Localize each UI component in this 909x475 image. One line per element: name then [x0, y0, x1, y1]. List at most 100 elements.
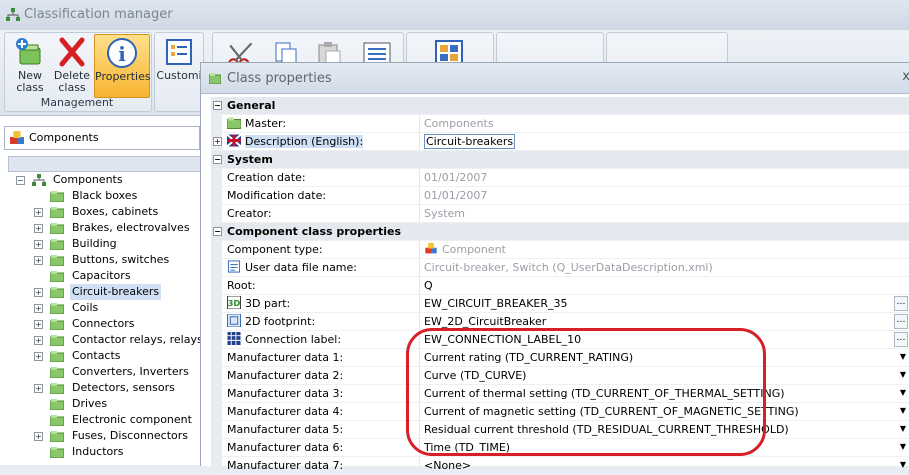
expand-toggle[interactable]: + [34, 240, 43, 249]
category-row[interactable]: − General [211, 97, 909, 115]
expand-toggle[interactable]: + [34, 208, 43, 217]
property-name: Creator: [227, 205, 417, 222]
row-gutter [211, 349, 222, 366]
category-row[interactable]: − System [211, 151, 909, 169]
tree-item[interactable]: + Fuses, Disconnectors [8, 428, 200, 444]
tree-item[interactable]: + Contactor relays, relays [8, 332, 203, 348]
dropdown-arrow-icon[interactable]: ▼ [898, 423, 908, 435]
property-name-text: Description (English): [245, 135, 364, 148]
tree-item[interactable]: + Building [8, 236, 200, 252]
tree-item[interactable]: + Circuit-breakers [8, 284, 200, 300]
tree-item[interactable]: Electronic component [8, 412, 200, 428]
tree-item[interactable]: − Components [8, 172, 200, 188]
class-folder-icon [50, 271, 64, 282]
tree-item[interactable]: Black boxes [8, 188, 200, 204]
class-tree: − Components Black boxes + Boxes, cabinets + B… [8, 172, 203, 460]
property-value[interactable]: Circuit-breaker, Switch (Q_UserDataDescr… [424, 259, 713, 276]
collapse-toggle[interactable]: − [213, 101, 222, 110]
close-button[interactable]: x [902, 69, 909, 84]
property-value[interactable]: System [424, 205, 465, 222]
class-folder-icon [50, 303, 64, 314]
dropdown-arrow-icon[interactable]: ▼ [898, 459, 908, 471]
property-row[interactable]: Modification date: 01/01/2007 [211, 187, 909, 205]
category-label: System [227, 153, 273, 166]
row-gutter [211, 241, 222, 258]
expand-toggle[interactable]: + [34, 288, 43, 297]
browse-button[interactable]: … [894, 332, 908, 347]
expand-toggle[interactable]: + [34, 352, 43, 361]
property-row[interactable]: Creator: System [211, 205, 909, 223]
expand-toggle[interactable]: + [34, 304, 43, 313]
expand-toggle[interactable]: + [34, 432, 43, 441]
dialog-titlebar[interactable]: Class properties x [201, 63, 909, 94]
property-value[interactable]: Component [424, 241, 506, 258]
tree-item[interactable]: Capacitors [8, 268, 200, 284]
delete-class-button[interactable]: Delete class [50, 34, 94, 98]
browse-button[interactable]: … [894, 314, 908, 329]
customize-button[interactable]: Customi [156, 34, 202, 98]
row-gutter [211, 295, 222, 312]
property-value[interactable]: Q [424, 277, 433, 294]
tree-item[interactable]: + Buttons, switches [8, 252, 200, 268]
classification-tree-icon [6, 8, 20, 21]
expand-toggle[interactable]: + [34, 256, 43, 265]
collapse-toggle[interactable]: − [16, 176, 25, 185]
tree-item[interactable]: + Detectors, sensors [8, 380, 200, 396]
property-row[interactable]: User data file name: Circuit-breaker, Swi… [211, 259, 909, 277]
new-class-icon [16, 38, 41, 65]
row-gutter [211, 313, 222, 330]
column-divider [419, 259, 420, 276]
dropdown-arrow-icon[interactable]: ▼ [898, 405, 908, 417]
expand-toggle[interactable]: + [213, 137, 222, 146]
property-row[interactable]: Creation date: 01/01/2007 [211, 169, 909, 187]
property-name: 2D footprint: [227, 313, 417, 330]
property-row[interactable]: Component type: Component [211, 241, 909, 259]
dropdown-arrow-icon[interactable]: ▼ [898, 387, 908, 399]
tree-item[interactable]: Inductors [8, 444, 200, 460]
app-title: Classification manager [24, 7, 173, 22]
tree-item[interactable]: + Boxes, cabinets [8, 204, 200, 220]
property-value[interactable]: <None> [424, 457, 471, 474]
property-name-text: Connection label: [245, 333, 342, 346]
tree-item[interactable]: + Contacts [8, 348, 200, 364]
browse-button[interactable]: … [894, 296, 908, 311]
tree-item[interactable]: Converters, Inverters [8, 364, 200, 380]
property-value[interactable]: Components [424, 115, 494, 132]
dropdown-arrow-icon[interactable]: ▼ [898, 441, 908, 453]
property-value[interactable]: Circuit-breakers [424, 133, 516, 150]
property-row[interactable]: + Description (English): Circuit-breakers [211, 133, 909, 151]
tree-item[interactable]: + Connectors [8, 316, 200, 332]
property-row[interactable]: Manufacturer data 7: <None> ▼ [211, 457, 909, 475]
expand-toggle[interactable]: + [34, 336, 43, 345]
user-data-doc-icon [227, 260, 241, 273]
property-value[interactable]: 01/01/2007 [424, 187, 487, 204]
class-folder-icon [50, 415, 64, 426]
properties-button[interactable]: i Properties [94, 34, 151, 98]
tree-item[interactable]: + Coils [8, 300, 200, 316]
property-value[interactable]: EW_CIRCUIT_BREAKER_35 [424, 295, 568, 312]
new-class-button[interactable]: New class [8, 34, 52, 98]
root-class-combo[interactable]: Components [4, 126, 200, 150]
expand-toggle[interactable]: + [34, 224, 43, 233]
row-gutter [211, 331, 222, 348]
property-row[interactable]: Root: Q [211, 277, 909, 295]
expand-toggle[interactable]: + [34, 384, 43, 393]
tree-item-label: Brakes, electrovalves [72, 221, 190, 234]
class-folder-icon [50, 399, 64, 410]
expand-toggle[interactable]: + [34, 320, 43, 329]
property-name-text: Root: [227, 279, 256, 292]
property-row[interactable]: 3D 3D part: EW_CIRCUIT_BREAKER_35… [211, 295, 909, 313]
dropdown-arrow-icon[interactable]: ▼ [898, 369, 908, 381]
category-row[interactable]: − Component class properties [211, 223, 909, 241]
tree-item[interactable]: + Brakes, electrovalves [8, 220, 200, 236]
property-value-text: 01/01/2007 [424, 171, 488, 184]
dropdown-arrow-icon[interactable]: ▼ [898, 351, 908, 363]
english-flag-icon [227, 134, 241, 147]
collapse-toggle[interactable]: − [213, 227, 222, 236]
property-value[interactable]: 01/01/2007 [424, 169, 487, 186]
collapse-toggle[interactable]: − [213, 155, 222, 164]
row-gutter [211, 421, 222, 438]
tree-item[interactable]: Drives [8, 396, 200, 412]
property-row[interactable]: Master: Components [211, 115, 909, 133]
property-name-text: Manufacturer data 2: [227, 369, 344, 382]
